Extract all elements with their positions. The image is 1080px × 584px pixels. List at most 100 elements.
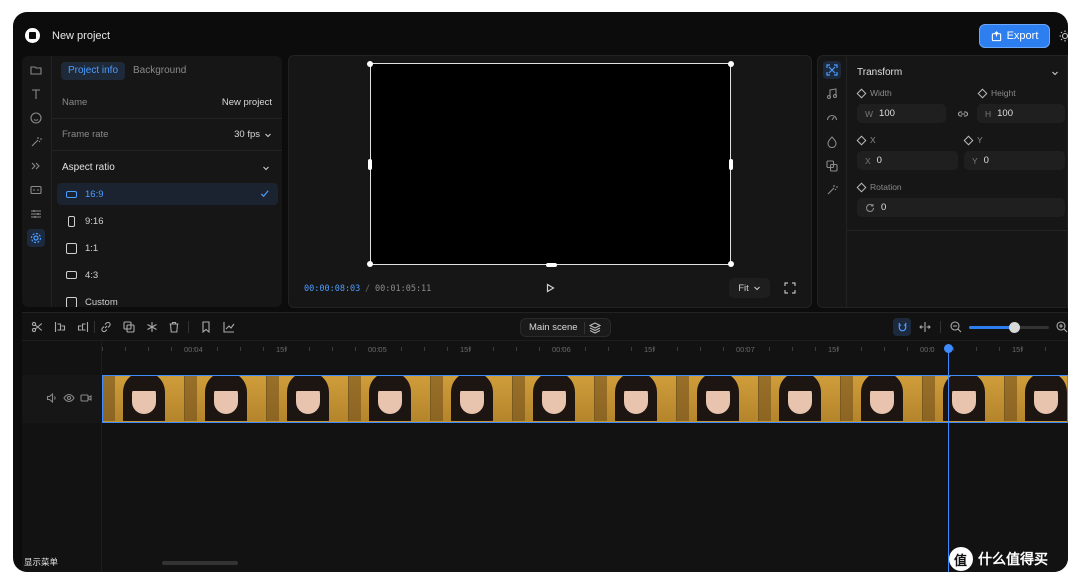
- settings-icon[interactable]: [27, 229, 45, 247]
- frame-rate-select[interactable]: 30 fps: [234, 129, 272, 140]
- chevron-down-icon[interactable]: [262, 164, 270, 172]
- timeline-toolbar: Main scene: [22, 313, 1068, 341]
- ruler-tick: [355, 347, 356, 351]
- y-field[interactable]: Y0: [964, 151, 1065, 170]
- keyframe-diamond-icon[interactable]: [977, 88, 988, 98]
- fit-width-icon[interactable]: [919, 321, 931, 333]
- zoom-slider-fill: [969, 326, 1014, 329]
- resize-handle-br[interactable]: [728, 261, 734, 267]
- clip-thumbnail: [759, 376, 841, 421]
- transform-icon[interactable]: [823, 61, 841, 79]
- resize-handle-right[interactable]: [729, 159, 733, 170]
- resize-handle-tl[interactable]: [367, 61, 373, 67]
- duplicate-icon[interactable]: [123, 321, 135, 333]
- ruler-tick: [723, 347, 724, 351]
- project-title[interactable]: New project: [52, 30, 110, 42]
- export-icon: [991, 30, 1001, 41]
- ratio-1-1[interactable]: 1:1: [57, 237, 278, 259]
- keyframe-diamond-icon[interactable]: [856, 182, 867, 192]
- timecode-separator: /: [365, 284, 371, 294]
- layers-icon[interactable]: [589, 322, 601, 334]
- text-icon[interactable]: [29, 87, 43, 101]
- zoom-slider[interactable]: [969, 322, 1049, 333]
- ratio-label: 16:9: [85, 188, 104, 200]
- graph-icon[interactable]: [223, 321, 235, 333]
- link-clip-icon[interactable]: [100, 321, 112, 333]
- speed-icon[interactable]: [825, 111, 839, 125]
- watermark: 什么值得买: [949, 547, 1048, 571]
- landscape-ratio-icon: [66, 190, 77, 198]
- show-menu-label[interactable]: 显示菜单: [24, 556, 58, 568]
- trash-icon[interactable]: [168, 321, 180, 333]
- export-button[interactable]: Export: [979, 24, 1050, 48]
- resize-handle-bottom[interactable]: [546, 263, 557, 267]
- preview-canvas[interactable]: [367, 61, 734, 267]
- fullscreen-icon[interactable]: [784, 282, 796, 294]
- keyframe-diamond-icon[interactable]: [856, 88, 867, 98]
- split-icon[interactable]: [31, 321, 43, 333]
- ratio-9-16[interactable]: 9:16: [57, 210, 278, 232]
- mask-icon[interactable]: [825, 135, 839, 149]
- main-scene-button[interactable]: Main scene: [520, 318, 611, 337]
- eye-icon[interactable]: [63, 392, 75, 404]
- zoom-in-icon[interactable]: [1056, 321, 1068, 333]
- folder-icon[interactable]: [29, 63, 43, 77]
- playhead[interactable]: [948, 344, 949, 572]
- emoji-icon[interactable]: [29, 111, 43, 125]
- link-icon[interactable]: [957, 108, 969, 120]
- toolbar-separator: [940, 321, 941, 333]
- zoom-out-icon[interactable]: [950, 321, 962, 333]
- chevron-down-icon[interactable]: [1051, 69, 1059, 77]
- ratio-4-3[interactable]: 4:3: [57, 264, 278, 286]
- export-label: Export: [1006, 30, 1039, 42]
- resize-handle-bl[interactable]: [367, 261, 373, 267]
- ratio-16-9[interactable]: 16:9: [57, 183, 278, 205]
- adjust-icon[interactable]: [29, 207, 43, 221]
- keyframe-diamond-icon[interactable]: [856, 135, 867, 145]
- name-value[interactable]: New project: [222, 97, 272, 108]
- ruler-tick: [424, 347, 425, 351]
- playhead-knob[interactable]: [944, 344, 953, 353]
- toolbar-separator: [94, 321, 95, 333]
- magnet-snap-icon[interactable]: [893, 318, 911, 336]
- bookmark-icon[interactable]: [200, 321, 212, 334]
- volume-icon[interactable]: [46, 392, 58, 404]
- resize-handle-left[interactable]: [368, 159, 372, 170]
- ratio-custom[interactable]: Custom: [57, 291, 278, 307]
- align-right-icon[interactable]: [77, 321, 89, 333]
- ratio-label: 4:3: [85, 269, 99, 281]
- keyframe-diamond-icon[interactable]: [963, 135, 974, 145]
- x-field[interactable]: X0: [857, 151, 958, 170]
- width-field[interactable]: W 100: [857, 104, 946, 123]
- ruler-tick: [378, 347, 379, 351]
- fit-zoom-select[interactable]: Fit: [729, 278, 770, 298]
- zoom-slider-knob[interactable]: [1008, 322, 1020, 333]
- timeline-panel: Main scene 00:0415f00:0515f00:0615f00:07…: [22, 312, 1068, 572]
- magic-wand-icon[interactable]: [29, 135, 43, 149]
- aspect-ratio-title[interactable]: Aspect ratio: [62, 162, 115, 173]
- align-left-icon[interactable]: [54, 321, 66, 333]
- tab-project-info[interactable]: Project info: [61, 62, 126, 80]
- transition-icon[interactable]: [29, 159, 43, 173]
- resize-handle-tr[interactable]: [728, 61, 734, 67]
- transform-title[interactable]: Transform: [857, 67, 902, 78]
- rotation-field[interactable]: 0: [857, 198, 1065, 217]
- name-label: Name: [62, 97, 88, 108]
- video-clip[interactable]: [102, 375, 1068, 423]
- play-icon[interactable]: [544, 282, 556, 294]
- caption-icon[interactable]: [29, 183, 43, 197]
- camera-icon[interactable]: [80, 392, 92, 404]
- tab-background[interactable]: Background: [133, 62, 186, 80]
- timeline-scrollbar[interactable]: [162, 561, 238, 565]
- effects-wand-icon[interactable]: [825, 183, 839, 197]
- music-note-icon[interactable]: [825, 87, 839, 101]
- blend-icon[interactable]: [825, 159, 839, 173]
- width-label: Width: [856, 88, 892, 98]
- sun-icon[interactable]: [1059, 30, 1068, 42]
- app-logo-icon[interactable]: [25, 28, 40, 43]
- portrait-ratio-icon: [68, 215, 75, 227]
- freeze-icon[interactable]: [146, 321, 158, 333]
- time-ruler[interactable]: 00:0415f00:0515f00:0615f00:0715f00:015f: [102, 342, 1068, 359]
- height-field[interactable]: H 100: [977, 104, 1065, 123]
- square-ratio-icon: [66, 242, 77, 254]
